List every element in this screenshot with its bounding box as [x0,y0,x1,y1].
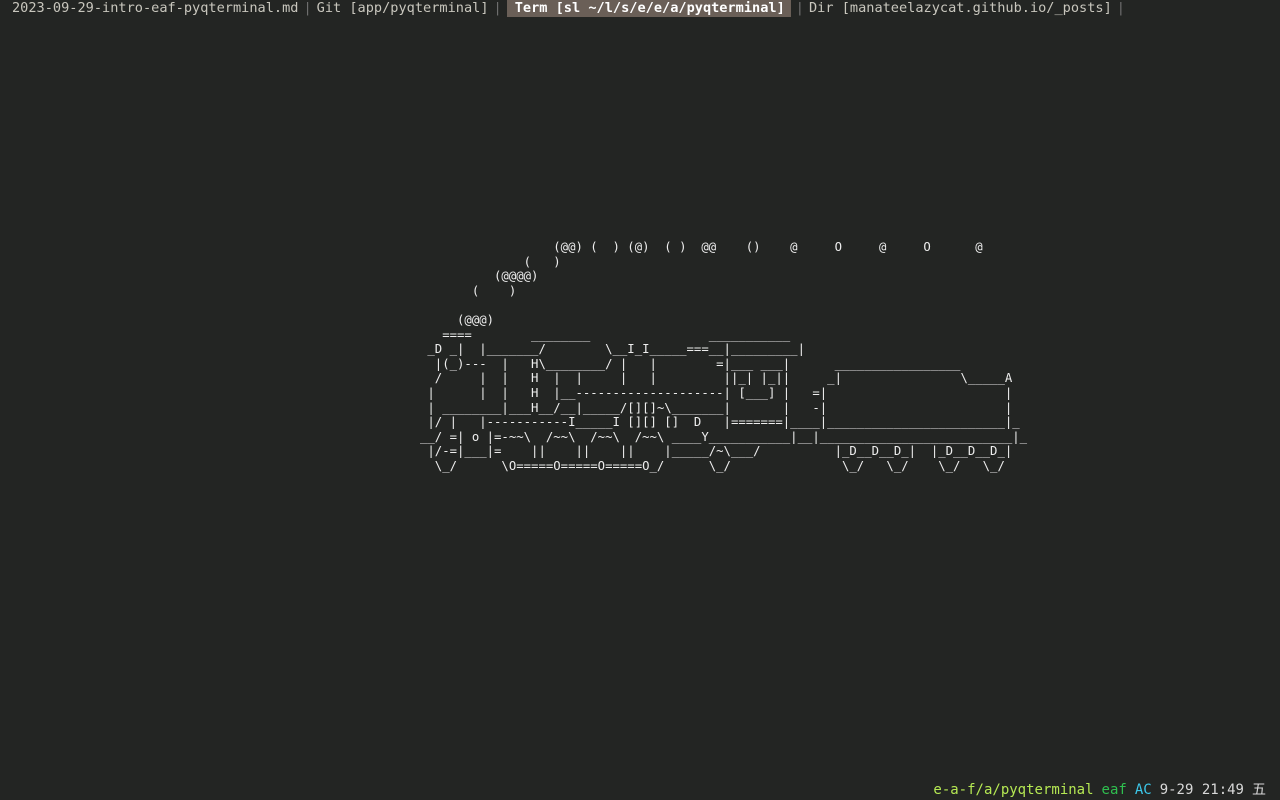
tab-separator: | [795,0,804,16]
tab-separator: | [1116,0,1125,16]
tab-bar: 2023-09-29-intro-eaf-pyqterminal.md | Gi… [0,0,1280,17]
date-time: 9-29 21:49 [1159,782,1244,798]
tab-separator: | [303,0,312,16]
weekday: 五 [1252,782,1266,798]
sl-train-ascii-art: (@@) ( ) (@) ( ) @@ () @ O @ O @ ( ) (@@… [420,240,1028,473]
terminal-buffer[interactable]: (@@) ( ) (@) ( ) @@ () @ O @ O @ ( ) (@@… [0,18,1280,778]
major-mode: eaf [1101,782,1127,798]
power-status: AC [1134,782,1152,798]
buffer-path: e-a-f/a/pyqterminal [933,782,1094,798]
tab-git[interactable]: Git [app/pyqterminal] [317,0,489,17]
tab-separator: | [493,0,502,16]
tab-markdown-file[interactable]: 2023-09-29-intro-eaf-pyqterminal.md [12,0,298,17]
tab-terminal[interactable]: Term [sl ~/l/s/e/e/a/pyqterminal] [506,0,791,17]
tab-dir[interactable]: Dir [manateelazycat.github.io/_posts] [809,0,1112,17]
mode-line: e-a-f/a/pyqterminal eaf AC 9-29 21:49 五 [933,781,1266,799]
